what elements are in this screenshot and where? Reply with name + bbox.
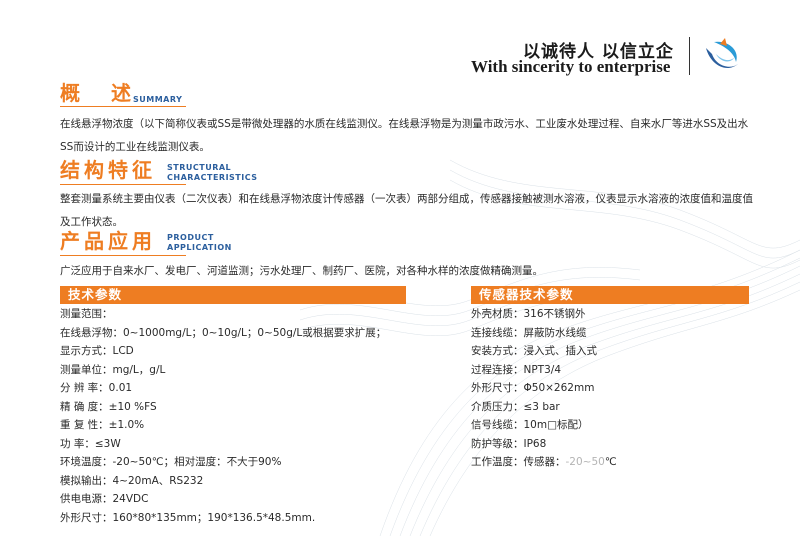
- tech-param-row: 重 复 性：±1.0%: [60, 419, 145, 431]
- tech-param-row: 在线悬浮物：0~1000mg/L；0~10g/L；0~50g/L或根据要求扩展；: [60, 326, 387, 339]
- tech-param-row: 外形尺寸：160*80*135mm；190*136.5*48.5mm.: [60, 511, 316, 524]
- sensor-param-row: 外形尺寸：Φ50×262mm: [471, 382, 595, 394]
- tech-param-row: 模拟输出：4~20mA、RS232: [60, 474, 204, 487]
- application-title-en-1: PRODUCT: [167, 233, 214, 242]
- overview-title: 概 述: [60, 81, 143, 105]
- overview-title-en: SUMMARY: [133, 95, 183, 104]
- tech-param-row: 功 率：≤3W: [60, 437, 121, 450]
- sensor-param-row-working-temp: 工作温度：传感器：-20~50℃: [471, 453, 617, 472]
- sensor-param-row: 安装方式：浸入式、插入式: [471, 345, 597, 357]
- working-temp-range: -20~50: [565, 456, 605, 468]
- tech-param-row: 测量单位：mg/L，g/L: [60, 363, 166, 376]
- tech-params-bar: 技术参数: [60, 286, 406, 304]
- brochure-page: 以诚待人 以信立企 With sincerity to enterprise 概…: [0, 0, 800, 536]
- tech-param-row: 测量范围：: [60, 308, 113, 320]
- slogan-english: With sincerity to enterprise: [471, 57, 671, 76]
- tech-params-title: 技术参数: [68, 287, 123, 302]
- sensor-param-row: 外壳材质：316不锈钢外: [471, 308, 586, 320]
- application-title-en-2: APPLICATION: [167, 243, 232, 252]
- wave-swirl-logo-icon: [706, 38, 738, 69]
- sensor-param-row: 连接线缆：屏蔽防水线缆: [471, 326, 587, 339]
- structure-title-en-2: CHARACTERISTICS: [167, 173, 258, 182]
- sensor-param-row: 信号线缆：10m□标配）: [471, 419, 589, 431]
- sensor-params-bar: 传感器技术参数: [471, 286, 749, 304]
- tech-param-row: 环境温度：-20~50℃；相对湿度：不大于90%: [60, 456, 282, 468]
- slogan-divider: [689, 37, 690, 75]
- overview-underline: [60, 106, 186, 107]
- tech-params-list: 测量范围： 在线悬浮物：0~1000mg/L；0~10g/L；0~50g/L或根…: [60, 305, 386, 527]
- sensor-params-title: 传感器技术参数: [479, 287, 574, 302]
- tech-param-row: 精 确 度：±10 %FS: [60, 400, 157, 413]
- tech-param-row: 分 辨 率：0.01: [60, 382, 133, 394]
- working-temp-prefix: 工作温度：传感器：: [471, 456, 566, 468]
- structure-text: 整套测量系统主要由仪表（二次仪表）和在线悬浮物浓度计传感器（一次表）两部分组成，…: [60, 193, 753, 228]
- sensor-param-row: 防护等级：IP68: [471, 437, 547, 450]
- working-temp-unit: ℃: [604, 456, 617, 468]
- sensor-param-row: 介质压力：≤3 bar: [471, 400, 560, 413]
- application-underline: [60, 255, 186, 256]
- tech-param-row: 显示方式：LCD: [60, 345, 134, 357]
- structure-underline: [60, 184, 186, 185]
- tech-param-row: 供电电源：24VDC: [60, 493, 149, 505]
- application-title: 产品应用: [60, 229, 156, 253]
- sensor-params-list: 外壳材质：316不锈钢外 连接线缆：屏蔽防水线缆 安装方式：浸入式、插入式 过程…: [471, 305, 617, 472]
- application-text: 广泛应用于自来水厂、发电厂、河道监测；污水处理厂、制药厂、医院，对各种水样的浓度…: [60, 265, 543, 277]
- structure-title-en-1: STRUCTURAL: [167, 163, 232, 172]
- overview-text: 在线悬浮物浓度（以下简称仪表或SS是带微处理器的水质在线监测仪。在线悬浮物是为测…: [60, 118, 749, 153]
- structure-title: 结构特征: [60, 158, 156, 182]
- sensor-param-row: 过程连接：NPT3/4: [471, 363, 561, 376]
